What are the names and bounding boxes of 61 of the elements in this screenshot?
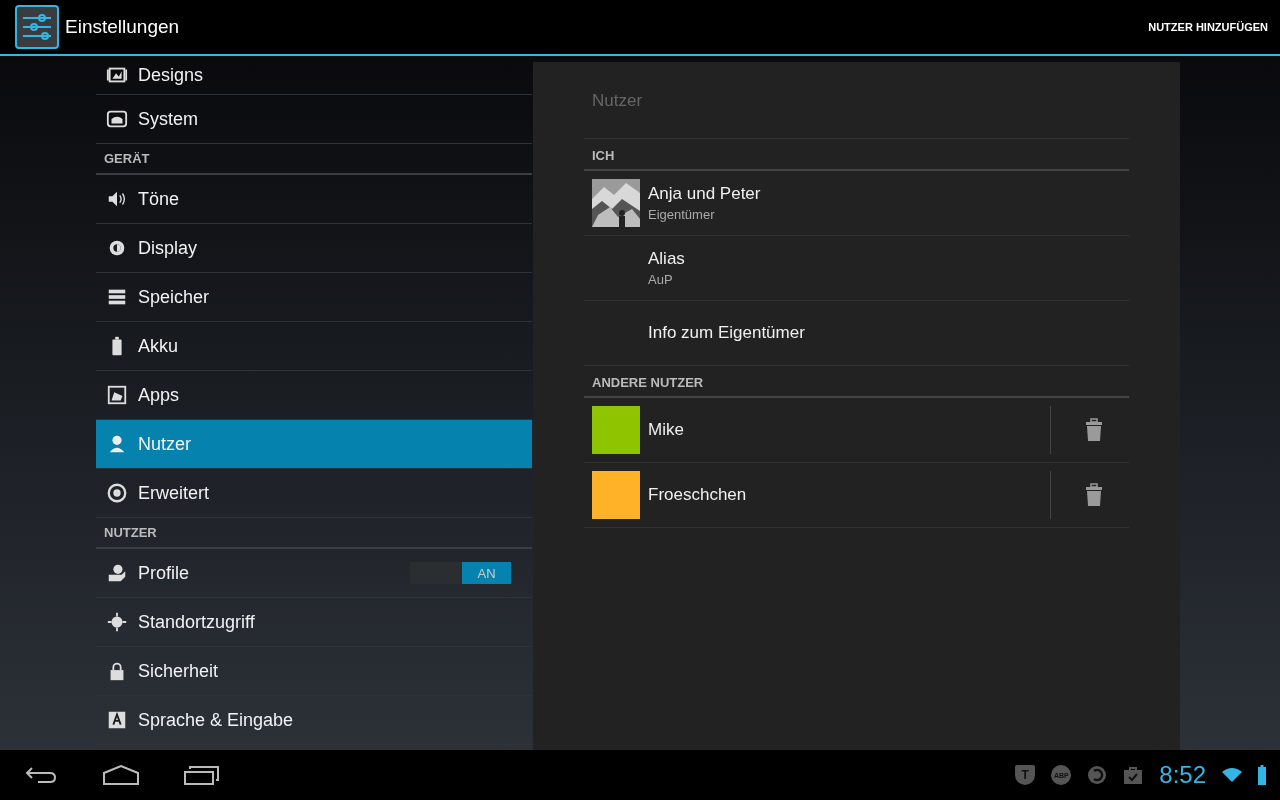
settings-item[interactable]: Display: [96, 224, 532, 273]
settings-item[interactable]: Nutzer: [96, 420, 532, 469]
item-label: Töne: [138, 188, 180, 210]
trash-icon: [1084, 483, 1104, 507]
section-header: ANDERE NUTZER: [584, 368, 1129, 398]
recent-apps-icon[interactable]: [184, 765, 220, 785]
item-label: System: [138, 108, 198, 130]
row-title: Mike: [648, 420, 685, 440]
settings-item[interactable]: System: [96, 95, 532, 144]
settings-item[interactable]: Erweitert: [96, 469, 532, 518]
apps-icon: [106, 384, 128, 406]
settings-item[interactable]: Töne: [96, 175, 532, 224]
item-label: Speicher: [138, 286, 210, 308]
add-user-button[interactable]: NUTZER HINZUFÜGEN: [1144, 17, 1272, 37]
item-label: Akku: [138, 335, 179, 357]
row-subtitle: Eigentümer: [648, 207, 716, 222]
user-row[interactable]: Anja und Peter Eigentümer: [584, 171, 1129, 236]
settings-item[interactable]: Designs: [96, 56, 532, 95]
battery-icon: [1258, 765, 1266, 785]
profile-icon: [106, 562, 128, 584]
system-icon: [106, 108, 128, 130]
store-notification-icon[interactable]: [1123, 765, 1144, 785]
location-icon: [106, 611, 128, 633]
row-subtitle: AuP: [648, 272, 674, 287]
item-label: Erweitert: [138, 482, 209, 504]
settings-item[interactable]: Akku: [96, 322, 532, 371]
clock[interactable]: 8:52: [1159, 761, 1206, 789]
trash-icon: [1084, 418, 1104, 442]
user-row[interactable]: Alias AuP: [584, 236, 1129, 301]
settings-item[interactable]: Sicherheit: [96, 647, 532, 696]
home-icon[interactable]: [102, 765, 140, 785]
app-title: Einstellungen: [65, 16, 180, 38]
section-header: NUTZER: [96, 518, 532, 549]
row-title: Anja und Peter: [648, 184, 762, 204]
lang-icon: [106, 709, 128, 731]
row-title: Info zum Eigentümer: [648, 323, 806, 343]
settings-item[interactable]: Speicher: [96, 273, 532, 322]
sync-notification-icon[interactable]: [1087, 765, 1108, 785]
settings-item[interactable]: Standortzugriff: [96, 598, 532, 647]
user-row[interactable]: Froeschchen: [584, 463, 1129, 528]
user-row[interactable]: Info zum Eigentümer: [584, 301, 1129, 366]
user-row[interactable]: Mike: [584, 398, 1129, 463]
settings-app-icon[interactable]: [15, 5, 59, 49]
item-label: Sprache & Eingabe: [138, 709, 294, 731]
gear-icon: [106, 482, 128, 504]
section-header: GERÄT: [96, 144, 532, 175]
item-label: Display: [138, 237, 198, 259]
settings-item[interactable]: Profile AN: [96, 549, 532, 598]
item-label: Nutzer: [138, 433, 191, 455]
item-label: Apps: [138, 384, 180, 406]
item-label: Profile: [138, 562, 190, 584]
back-icon[interactable]: [24, 765, 58, 785]
row-title: Alias: [648, 249, 686, 269]
panel-title: Nutzer: [584, 64, 1129, 139]
wifi-icon: [1222, 767, 1242, 783]
section-header: ICH: [584, 141, 1129, 171]
settings-item[interactable]: Sprache & Eingabe: [96, 696, 532, 745]
item-label: Designs: [138, 64, 204, 86]
row-title: Froeschchen: [648, 485, 748, 505]
item-label: Standortzugriff: [138, 611, 255, 633]
item-label: Sicherheit: [138, 660, 219, 682]
